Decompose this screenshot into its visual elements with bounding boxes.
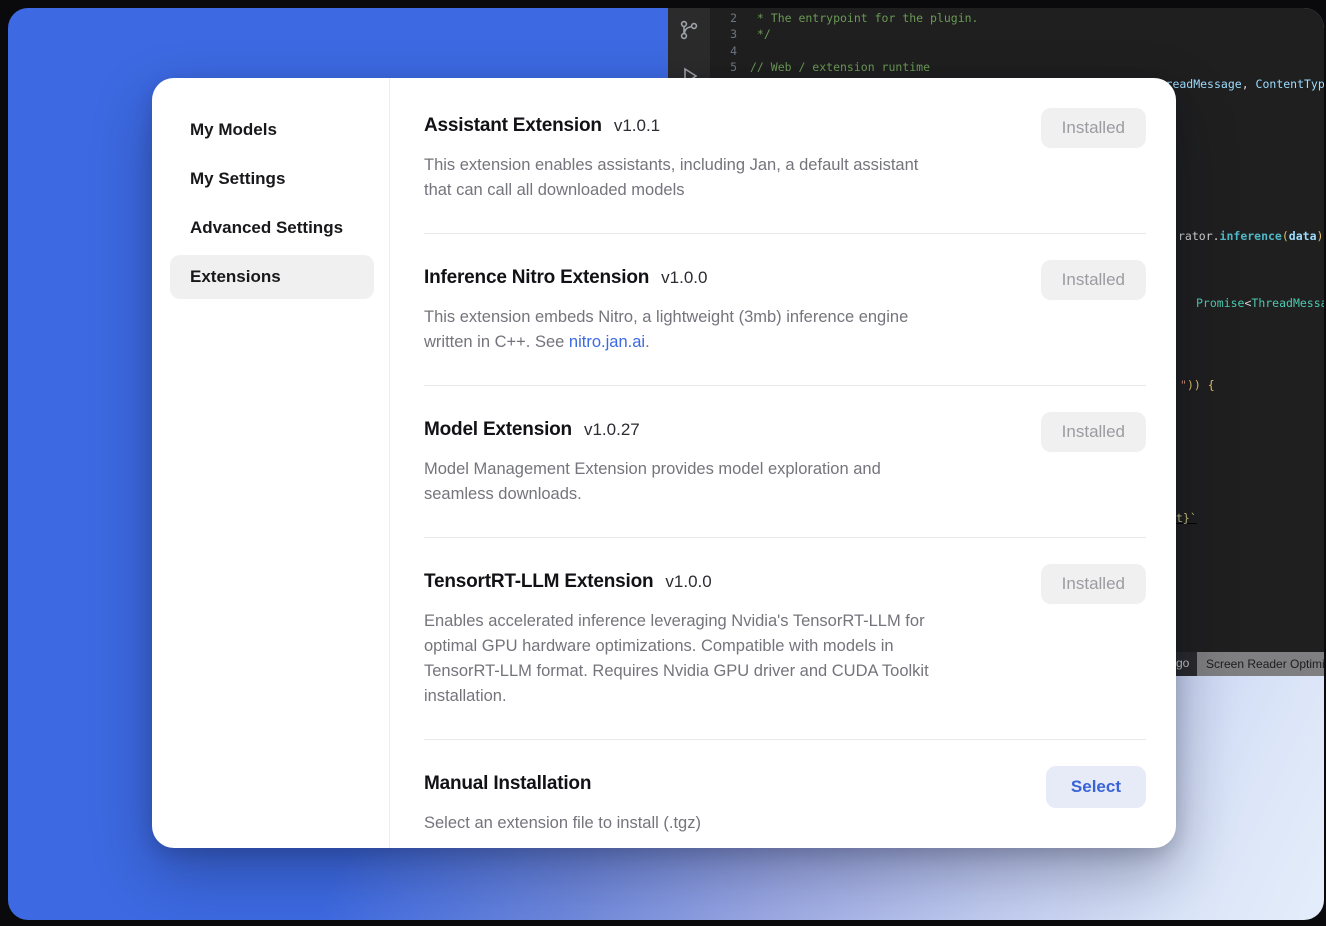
extension-version: v1.0.27 bbox=[584, 416, 640, 443]
sidebar-item-label: Advanced Settings bbox=[190, 218, 343, 237]
code-line: 5 // Web / extension runtime bbox=[710, 59, 1324, 75]
line-number: 2 bbox=[710, 10, 750, 26]
code-line: 2 * The entrypoint for the plugin. bbox=[710, 10, 1324, 26]
select-button[interactable]: Select bbox=[1046, 766, 1146, 808]
code-fragment: t}` bbox=[1176, 511, 1197, 526]
screen-reader-status[interactable]: Screen Reader Optimized bbox=[1197, 652, 1324, 676]
extension-name: TensortRT-LLM Extension bbox=[424, 568, 653, 595]
extension-description: Select an extension file to install (.tg… bbox=[424, 811, 701, 836]
extensions-list: Assistant Extension v1.0.1 This extensio… bbox=[390, 78, 1176, 848]
status-text: go bbox=[1176, 656, 1189, 670]
extension-version: v1.0.0 bbox=[665, 568, 711, 595]
extension-row: Manual Installation Select an extension … bbox=[424, 740, 1146, 848]
extension-version: v1.0.0 bbox=[661, 264, 707, 291]
line-number: 3 bbox=[710, 26, 750, 42]
extension-name: Model Extension bbox=[424, 416, 572, 443]
code-text: * The entrypoint for the plugin. bbox=[750, 10, 978, 26]
sidebar-item-advanced-settings[interactable]: Advanced Settings bbox=[170, 206, 374, 250]
hero-background: 2 * The entrypoint for the plugin. 3 */ … bbox=[8, 8, 1324, 920]
line-number: 5 bbox=[710, 59, 750, 75]
code-text: */ bbox=[750, 26, 771, 42]
installed-button[interactable]: Installed bbox=[1041, 564, 1146, 604]
settings-modal: My Models My Settings Advanced Settings … bbox=[152, 78, 1176, 848]
code-fragment: Promise<ThreadMessage> bbox=[1196, 296, 1324, 311]
extension-name: Manual Installation bbox=[424, 770, 591, 797]
extension-row: Inference Nitro Extension v1.0.0 This ex… bbox=[424, 234, 1146, 386]
installed-button[interactable]: Installed bbox=[1041, 412, 1146, 452]
code-line: 4 bbox=[710, 43, 1324, 59]
extension-description: Model Management Extension provides mode… bbox=[424, 457, 881, 507]
sidebar-item-label: Extensions bbox=[190, 267, 281, 286]
extension-description: This extension embeds Nitro, a lightweig… bbox=[424, 305, 908, 355]
sidebar-item-label: My Models bbox=[190, 120, 277, 139]
code-fragment: ")) { bbox=[1180, 378, 1215, 393]
source-control-icon[interactable] bbox=[677, 18, 701, 42]
extension-description: This extension enables assistants, inclu… bbox=[424, 153, 918, 203]
code-line: 3 */ bbox=[710, 26, 1324, 42]
line-number: 4 bbox=[710, 43, 750, 59]
extension-row: Assistant Extension v1.0.1 This extensio… bbox=[424, 82, 1146, 234]
code-fragment: rator.inference(data)); bbox=[1178, 229, 1324, 244]
sidebar-item-my-models[interactable]: My Models bbox=[170, 108, 374, 152]
extension-name: Inference Nitro Extension bbox=[424, 264, 649, 291]
settings-sidebar: My Models My Settings Advanced Settings … bbox=[152, 78, 390, 848]
sidebar-item-extensions[interactable]: Extensions bbox=[170, 255, 374, 299]
installed-button[interactable]: Installed bbox=[1041, 260, 1146, 300]
extension-row: TensortRT-LLM Extension v1.0.0 Enables a… bbox=[424, 538, 1146, 740]
extension-version: v1.0.1 bbox=[614, 112, 660, 139]
extension-description: Enables accelerated inference leveraging… bbox=[424, 609, 929, 709]
sidebar-item-my-settings[interactable]: My Settings bbox=[170, 157, 374, 201]
sidebar-item-label: My Settings bbox=[190, 169, 285, 188]
extension-row: Model Extension v1.0.27 Model Management… bbox=[424, 386, 1146, 538]
nitro-jan-ai-link[interactable]: nitro.jan.ai bbox=[569, 333, 645, 351]
installed-button[interactable]: Installed bbox=[1041, 108, 1146, 148]
extension-name: Assistant Extension bbox=[424, 112, 602, 139]
code-text: // Web / extension runtime bbox=[750, 59, 930, 75]
